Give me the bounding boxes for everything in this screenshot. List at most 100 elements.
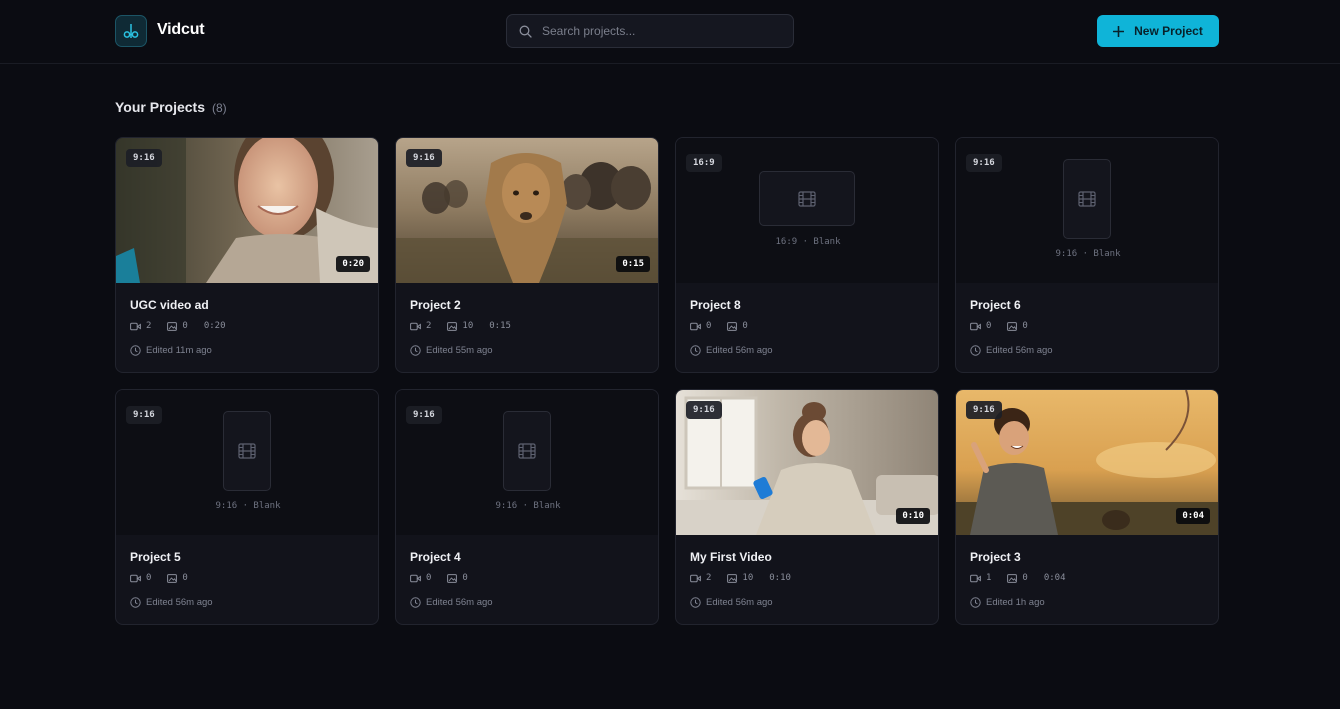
edited-time: Edited 11m ago <box>130 345 212 356</box>
image-count: 0 <box>742 321 748 331</box>
film-icon <box>238 443 256 459</box>
aspect-ratio-badge: 9:16 <box>686 401 722 419</box>
project-thumbnail: 9:16 0:15 <box>396 138 658 283</box>
project-thumbnail: 9:16 0:10 <box>676 390 938 535</box>
aspect-ratio-badge: 9:16 <box>406 406 442 424</box>
video-camera-icon <box>690 574 701 582</box>
duration-badge: 0:20 <box>336 256 370 272</box>
clip-count: 0 <box>426 573 432 583</box>
project-title: Project 4 <box>410 550 461 564</box>
image-count: 10 <box>742 573 754 583</box>
edited-text: Edited 56m ago <box>426 597 493 608</box>
image-icon <box>167 321 178 331</box>
project-card[interactable]: 9:16 · Blank 9:16 Project 4 0 0 Edited 5… <box>395 389 659 625</box>
scissors-icon <box>123 24 139 38</box>
section-header: Your Projects (8) <box>115 99 227 115</box>
image-count: 0 <box>182 573 188 583</box>
project-stats: 0 0 <box>130 573 188 583</box>
clip-count: 2 <box>146 321 152 331</box>
blank-placeholder <box>223 411 271 491</box>
project-stats: 0 0 <box>410 573 468 583</box>
image-count: 0 <box>182 321 188 331</box>
clip-count: 0 <box>706 321 712 331</box>
project-card[interactable]: 9:16 0:04 Project 3 1 0 0:04 Edited 1h a… <box>955 389 1219 625</box>
project-thumbnail: 9:16 0:20 <box>116 138 378 283</box>
blank-placeholder <box>1063 159 1111 239</box>
project-title: Project 8 <box>690 298 741 312</box>
edited-time: Edited 56m ago <box>690 597 773 608</box>
project-title: Project 2 <box>410 298 461 312</box>
aspect-ratio-badge: 9:16 <box>966 154 1002 172</box>
edited-text: Edited 55m ago <box>426 345 493 356</box>
aspect-ratio-badge: 9:16 <box>126 149 162 167</box>
section-title: Your Projects <box>115 99 205 115</box>
plus-icon <box>1113 25 1125 37</box>
clock-icon <box>130 597 141 608</box>
image-icon <box>727 573 738 583</box>
project-stats: 2 10 0:10 <box>690 573 791 583</box>
video-camera-icon <box>970 322 981 330</box>
project-card[interactable]: 9:16 0:20 UGC video ad 2 0 0:20 Edited 1… <box>115 137 379 373</box>
project-thumbnail: 16:9 · Blank 16:9 <box>676 138 938 283</box>
aspect-ratio-badge: 9:16 <box>406 149 442 167</box>
project-stats: 0 0 <box>690 321 748 331</box>
search-input[interactable] <box>542 24 782 38</box>
project-stats: 2 0 0:20 <box>130 321 226 331</box>
new-project-button[interactable]: New Project <box>1097 15 1219 47</box>
image-count: 0 <box>462 573 468 583</box>
project-card[interactable]: 9:16 · Blank 9:16 Project 6 0 0 Edited 5… <box>955 137 1219 373</box>
project-thumbnail: 9:16 · Blank 9:16 <box>396 390 658 535</box>
clock-icon <box>410 597 421 608</box>
image-icon <box>1007 321 1018 331</box>
project-card[interactable]: 9:16 · Blank 9:16 Project 5 0 0 Edited 5… <box>115 389 379 625</box>
edited-text: Edited 11m ago <box>146 345 212 356</box>
edited-time: Edited 56m ago <box>410 597 493 608</box>
duration-badge: 0:10 <box>896 508 930 524</box>
project-count: (8) <box>212 101 227 115</box>
project-title: Project 6 <box>970 298 1021 312</box>
edited-time: Edited 1h ago <box>970 597 1045 608</box>
clock-icon <box>690 345 701 356</box>
project-stats: 2 10 0:15 <box>410 321 511 331</box>
project-grid: 9:16 0:20 UGC video ad 2 0 0:20 Edited 1… <box>115 137 1219 625</box>
project-thumbnail: 9:16 · Blank 9:16 <box>956 138 1218 283</box>
clip-count: 1 <box>986 573 992 583</box>
aspect-ratio-badge: 16:9 <box>686 154 722 172</box>
project-title: Project 3 <box>970 550 1021 564</box>
app-logo[interactable] <box>115 15 147 47</box>
duration-badge: 0:04 <box>1176 508 1210 524</box>
clock-icon <box>690 597 701 608</box>
image-count: 0 <box>1022 321 1028 331</box>
search-box[interactable] <box>506 14 794 48</box>
clock-icon <box>970 345 981 356</box>
project-card[interactable]: 9:16 0:15 Project 2 2 10 0:15 Edited 55m… <box>395 137 659 373</box>
edited-text: Edited 56m ago <box>706 597 773 608</box>
edited-text: Edited 56m ago <box>706 345 773 356</box>
project-length: 0:10 <box>769 573 791 583</box>
project-stats: 1 0 0:04 <box>970 573 1066 583</box>
project-title: My First Video <box>690 550 772 564</box>
image-icon <box>1007 573 1018 583</box>
project-thumbnail: 9:16 0:04 <box>956 390 1218 535</box>
project-thumbnail: 9:16 · Blank 9:16 <box>116 390 378 535</box>
blank-label: 16:9 · Blank <box>775 237 841 247</box>
clip-count: 0 <box>986 321 992 331</box>
video-camera-icon <box>130 574 141 582</box>
video-camera-icon <box>970 574 981 582</box>
clock-icon <box>410 345 421 356</box>
project-title: Project 5 <box>130 550 181 564</box>
video-camera-icon <box>130 322 141 330</box>
image-icon <box>447 321 458 331</box>
project-stats: 0 0 <box>970 321 1028 331</box>
search-icon <box>519 25 532 38</box>
video-camera-icon <box>690 322 701 330</box>
edited-time: Edited 56m ago <box>970 345 1053 356</box>
project-length: 0:04 <box>1043 573 1066 583</box>
clock-icon <box>970 597 981 608</box>
video-camera-icon <box>410 574 421 582</box>
image-icon <box>167 573 178 583</box>
project-card[interactable]: 16:9 · Blank 16:9 Project 8 0 0 Edited 5… <box>675 137 939 373</box>
edited-text: Edited 56m ago <box>986 345 1053 356</box>
project-card[interactable]: 9:16 0:10 My First Video 2 10 0:10 Edite… <box>675 389 939 625</box>
app-name: Vidcut <box>157 21 205 38</box>
